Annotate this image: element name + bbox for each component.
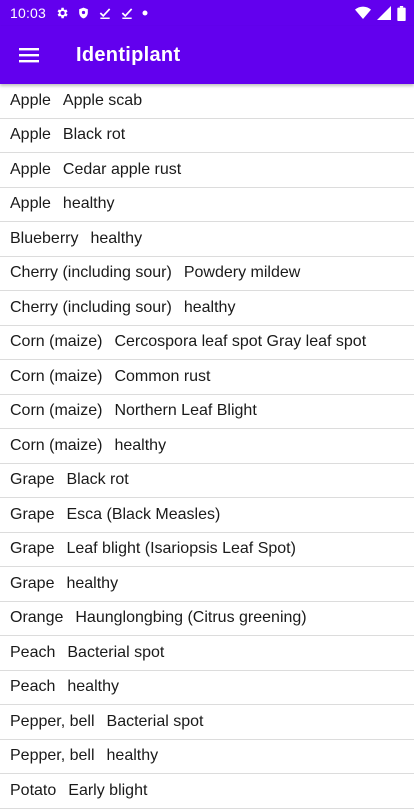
shield-icon [77,6,90,20]
wifi-icon [355,6,371,20]
list-item[interactable]: Pepper, bell healthy [0,740,414,774]
list-item[interactable]: Apple healthy [0,188,414,222]
plant-name: Pepper, bell [10,747,95,765]
disease-name: Northern Leaf Blight [114,402,257,420]
disease-name: Black rot [66,471,129,489]
list-item[interactable]: Peach healthy [0,671,414,705]
disease-name: Common rust [114,367,211,385]
hamburger-menu-icon[interactable] [0,26,58,84]
disease-name: healthy [62,195,115,213]
plant-name: Cherry (including sour) [10,264,172,282]
disease-name: healthy [183,298,236,316]
plant-name: Apple [10,126,51,144]
disease-name: healthy [66,574,119,592]
disease-name: healthy [90,229,143,247]
disease-name: Haunglongbing (Citrus greening) [75,609,307,627]
plant-name: Apple [10,91,51,109]
plant-name: Pepper, bell [10,712,95,730]
battery-icon [397,5,406,21]
disease-name: Esca (Black Measles) [66,505,221,523]
status-right [355,5,406,21]
list-item[interactable]: Grape Leaf blight (Isariopsis Leaf Spot) [0,533,414,567]
dot-icon [142,10,148,16]
plant-name: Potato [10,781,57,799]
disease-list: Apple Apple scab Apple Black rot Apple Cedar … [0,84,414,809]
plant-name: Corn (maize) [10,402,103,420]
list-item[interactable]: Grape Black rot [0,464,414,498]
status-left: 10:03 [10,5,148,21]
disease-name: Bacterial spot [106,712,204,730]
list-item[interactable]: Grape healthy [0,567,414,602]
plant-name: Grape [10,471,55,489]
disease-name: Cercospora leaf spot Gray leaf spot [114,333,367,351]
disease-name: Black rot [62,126,126,144]
list-item[interactable]: Corn (maize) healthy [0,429,414,464]
check-icon [120,6,134,20]
list-item[interactable]: Apple Apple scab [0,84,414,119]
disease-name: Early blight [68,781,148,799]
list-item[interactable]: Grape Esca (Black Measles) [0,498,414,533]
disease-name: healthy [114,436,167,454]
list-item[interactable]: Cherry (including sour) healthy [0,291,414,326]
list-item[interactable]: Corn (maize) Cercospora leaf spot Gray le… [0,326,414,360]
list-item[interactable]: Corn (maize) Common rust [0,360,414,395]
check-icon [98,6,112,20]
plant-name: Corn (maize) [10,333,103,351]
notification-icons [55,6,148,20]
disease-name: healthy [67,678,119,696]
plant-name: Blueberry [10,229,79,247]
list-item[interactable]: Peach Bacterial spot [0,636,414,671]
plant-name: Orange [10,609,64,627]
app-bar: Identiplant [0,26,414,84]
gear-icon [55,6,69,20]
list-item[interactable]: Corn (maize) Northern Leaf Blight [0,395,414,429]
disease-name: Leaf blight (Isariopsis Leaf Spot) [66,540,296,558]
list-item[interactable]: Potato Early blight [0,774,414,809]
plant-name: Cherry (including sour) [10,298,172,316]
plant-name: Peach [10,678,56,696]
list-item[interactable]: Apple Cedar apple rust [0,153,414,188]
disease-name: Cedar apple rust [62,160,182,178]
plant-name: Apple [10,195,51,213]
disease-name: Powdery mildew [183,264,301,282]
plant-name: Grape [10,505,55,523]
list-item[interactable]: Orange Haunglongbing (Citrus greening) [0,602,414,636]
list-item[interactable]: Cherry (including sour) Powdery mildew [0,257,414,291]
disease-name: Apple scab [62,91,143,109]
plant-name: Grape [10,540,55,558]
list-item[interactable]: Blueberry healthy [0,222,414,257]
status-time: 10:03 [10,5,47,21]
plant-name: Grape [10,574,55,592]
disease-name: Bacterial spot [67,643,165,661]
plant-name: Corn (maize) [10,367,103,385]
signal-icon [377,6,391,20]
plant-name: Apple [10,160,51,178]
list-item[interactable]: Pepper, bell Bacterial spot [0,705,414,740]
list-item[interactable]: Apple Black rot [0,119,414,153]
app-title: Identiplant [76,43,181,66]
plant-name: Peach [10,643,56,661]
status-bar: 10:03 [0,0,414,26]
disease-name: healthy [106,747,159,765]
plant-name: Corn (maize) [10,436,103,454]
